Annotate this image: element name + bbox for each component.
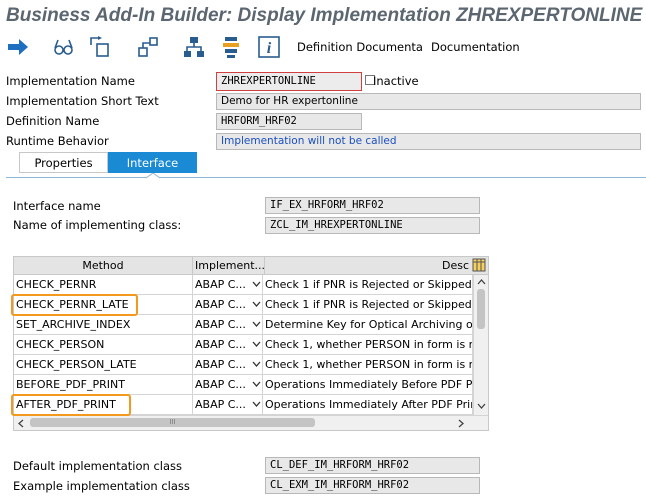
implementing-class-label: Name of implementing class: bbox=[13, 218, 182, 232]
default-impl-class-label: Default implementation class bbox=[13, 459, 182, 473]
column-header-method[interactable]: Method bbox=[14, 257, 193, 274]
tab-properties[interactable]: Properties bbox=[19, 152, 108, 173]
highlight-after-pdf-print bbox=[11, 394, 131, 416]
description-cell: Operations Immediately After PDF Printi bbox=[263, 395, 473, 415]
tab-panel-divider bbox=[6, 177, 646, 178]
horizontal-scrollbar[interactable]: III bbox=[14, 415, 488, 430]
chevron-down-icon[interactable] bbox=[252, 301, 261, 308]
chevron-down-icon[interactable] bbox=[252, 341, 261, 348]
method-cell: BEFORE_PDF_PRINT bbox=[14, 375, 193, 395]
highlight-check-pernr-late bbox=[11, 294, 138, 316]
method-cell: CHECK_PERSON_LATE bbox=[14, 355, 193, 375]
chevron-down-icon[interactable] bbox=[252, 381, 261, 388]
hierarchy-icon[interactable] bbox=[182, 35, 206, 59]
interface-name-label: Interface name bbox=[13, 199, 101, 213]
horizontal-scroll-thumb[interactable]: III bbox=[30, 418, 315, 427]
runtime-behavior-field: Implementation will not be called bbox=[216, 133, 641, 150]
method-cell: CHECK_PERSON bbox=[14, 335, 193, 355]
short-text-field[interactable]: Demo for HR expertonline bbox=[216, 93, 641, 110]
vertical-scrollbar[interactable] bbox=[473, 275, 488, 415]
stack-icon[interactable] bbox=[219, 35, 243, 59]
description-cell: Determine Key for Optical Archiving of bbox=[263, 315, 473, 335]
scroll-left-icon[interactable] bbox=[18, 419, 24, 428]
description-cell: Operations Immediately Before PDF Prin bbox=[263, 375, 473, 395]
column-header-implementation[interactable]: Implement... bbox=[193, 257, 265, 274]
branch-icon[interactable] bbox=[136, 35, 160, 59]
table-header: Method Implement... Desc bbox=[14, 257, 488, 275]
chevron-down-icon[interactable] bbox=[252, 361, 261, 368]
definition-name-label: Definition Name bbox=[6, 114, 100, 128]
vertical-scroll-thumb[interactable] bbox=[477, 289, 485, 329]
column-settings-icon[interactable] bbox=[472, 258, 486, 272]
copy-icon[interactable] bbox=[88, 35, 112, 59]
definition-name-field[interactable]: HRFORM_HRF02 bbox=[216, 113, 362, 130]
short-text-label: Implementation Short Text bbox=[6, 94, 159, 108]
runtime-behavior-label: Runtime Behavior bbox=[6, 134, 109, 148]
inactive-label: Inactive bbox=[373, 74, 419, 88]
method-cell: SET_ARCHIVE_INDEX bbox=[14, 315, 193, 335]
default-impl-class-field[interactable]: CL_DEF_IM_HRFORM_HRF02 bbox=[265, 457, 480, 474]
definition-documentation-button[interactable]: Definition Documenta bbox=[297, 40, 423, 54]
implementation-name-field[interactable]: ZHREXPERTONLINE bbox=[216, 72, 362, 91]
chevron-down-icon[interactable] bbox=[252, 281, 261, 288]
description-cell: Check 1, whether PERSON in form is rej bbox=[263, 355, 473, 375]
method-cell: CHECK_PERNR bbox=[14, 275, 193, 295]
example-impl-class-label: Example implementation class bbox=[13, 479, 190, 493]
arrow-right-icon[interactable] bbox=[6, 35, 30, 59]
implementing-class-field[interactable]: ZCL_IM_HREXPERTONLINE bbox=[265, 217, 480, 234]
application-toolbar: i Definition Documenta Documentation bbox=[0, 32, 646, 62]
interface-name-field[interactable]: IF_EX_HRFORM_HRF02 bbox=[265, 197, 480, 214]
active-tab-pointer bbox=[146, 173, 160, 179]
implementation-name-label: Implementation Name bbox=[6, 74, 135, 88]
svg-text:i: i bbox=[267, 40, 272, 57]
description-cell: Check 1 if PNR is Rejected or Skipped in bbox=[263, 295, 473, 315]
chevron-down-icon[interactable] bbox=[252, 321, 261, 328]
glasses-icon[interactable] bbox=[51, 35, 75, 59]
scroll-up-icon[interactable] bbox=[477, 279, 486, 285]
window-title: Business Add-In Builder: Display Impleme… bbox=[0, 0, 646, 32]
description-cell: Check 1, whether PERSON in form is rej bbox=[263, 335, 473, 355]
description-cell: Check 1 if PNR is Rejected or Skipped in bbox=[263, 275, 473, 295]
scroll-right-icon[interactable] bbox=[458, 419, 464, 428]
info-icon[interactable]: i bbox=[257, 35, 281, 59]
scroll-down-icon[interactable] bbox=[477, 403, 486, 409]
chevron-down-icon[interactable] bbox=[252, 401, 261, 408]
tab-interface[interactable]: Interface bbox=[108, 152, 197, 173]
column-header-description[interactable]: Desc bbox=[265, 257, 472, 274]
documentation-button[interactable]: Documentation bbox=[431, 40, 520, 54]
example-impl-class-field[interactable]: CL_EXM_IM_HRFORM_HRF02 bbox=[265, 477, 480, 494]
